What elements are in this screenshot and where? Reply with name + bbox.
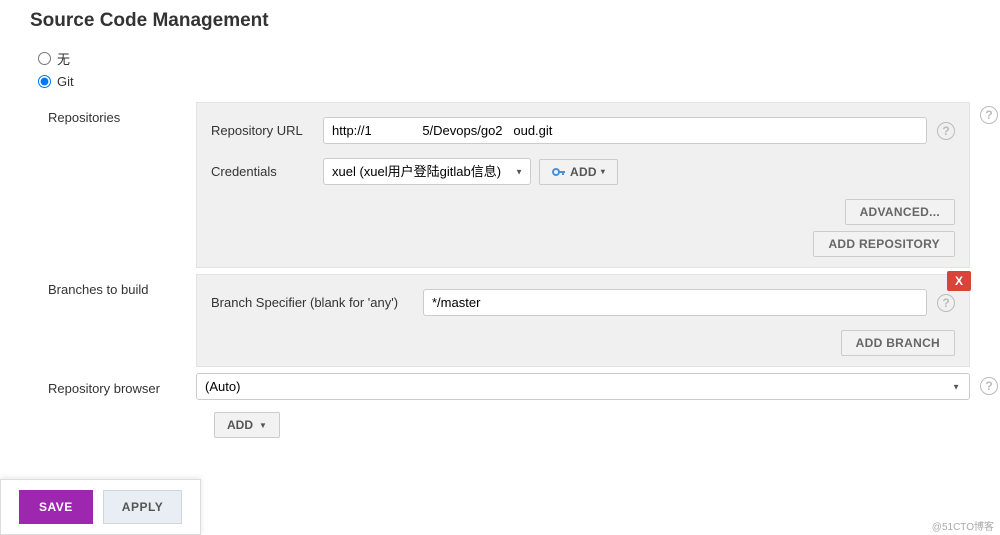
caret-down-icon: ▾ — [601, 167, 605, 176]
credentials-label: Credentials — [211, 164, 323, 179]
scm-label-git: Git — [57, 74, 74, 89]
add-credentials-label: ADD — [570, 165, 597, 179]
advanced-button[interactable]: ADVANCED... — [845, 199, 955, 225]
repositories-panel: Repository URL ? Credentials xuel (xuel用… — [196, 102, 970, 268]
add-behaviour-label: ADD — [227, 418, 253, 432]
add-credentials-button[interactable]: ADD ▾ — [539, 159, 618, 185]
add-repository-button[interactable]: ADD REPOSITORY — [813, 231, 955, 257]
caret-down-icon: ▼ — [259, 421, 267, 430]
scm-radio-git[interactable] — [38, 75, 51, 88]
add-branch-button[interactable]: ADD BRANCH — [841, 330, 955, 356]
help-icon[interactable]: ? — [937, 122, 955, 140]
scm-label-none: 无 — [57, 49, 70, 68]
help-icon[interactable]: ? — [980, 377, 998, 395]
repo-browser-label: Repository browser — [48, 373, 196, 396]
footer-bar: SAVE APPLY — [0, 479, 201, 535]
repository-url-input[interactable] — [323, 117, 927, 144]
branch-specifier-label: Branch Specifier (blank for 'any') — [211, 295, 423, 310]
branches-label: Branches to build — [48, 274, 196, 297]
scm-option-none[interactable]: 无 — [30, 46, 970, 71]
help-icon[interactable]: ? — [980, 106, 998, 124]
scm-option-git[interactable]: Git — [30, 71, 970, 92]
save-button[interactable]: SAVE — [19, 490, 93, 524]
repository-url-label: Repository URL — [211, 123, 323, 138]
repo-browser-select[interactable]: (Auto) — [196, 373, 970, 400]
branch-specifier-input[interactable] — [423, 289, 927, 316]
scm-radio-none[interactable] — [38, 52, 51, 65]
page-title: Source Code Management — [0, 0, 1000, 46]
key-icon — [552, 166, 566, 178]
delete-branch-button[interactable]: X — [947, 271, 971, 291]
watermark: @51CTO博客 — [932, 518, 994, 533]
repositories-label: Repositories — [48, 102, 196, 125]
credentials-select[interactable]: xuel (xuel用户登陆gitlab信息) — [323, 158, 531, 185]
add-behaviour-button[interactable]: ADD ▼ — [214, 412, 280, 438]
branches-panel: X Branch Specifier (blank for 'any') ? A… — [196, 274, 970, 367]
apply-button[interactable]: APPLY — [103, 490, 182, 524]
help-icon[interactable]: ? — [937, 294, 955, 312]
